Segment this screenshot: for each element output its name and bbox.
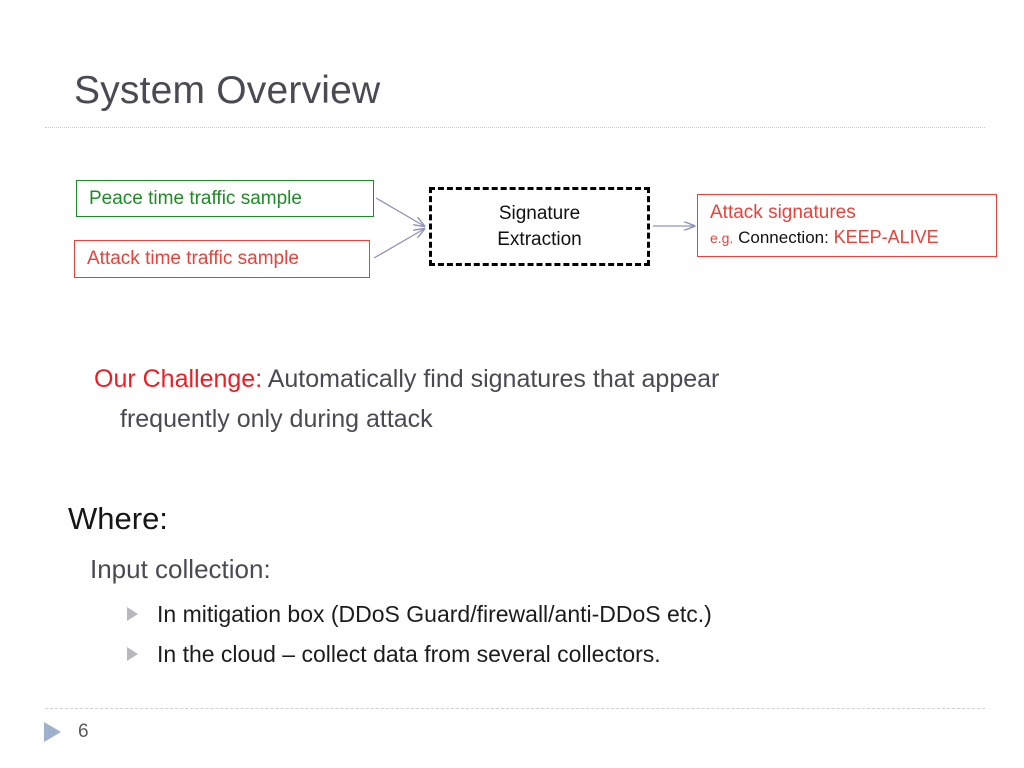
arrow-peace-to-extraction — [375, 197, 424, 226]
attack-time-traffic-box: Attack time traffic sample — [74, 240, 370, 278]
signature-extraction-label: Signature Extraction — [497, 201, 581, 253]
challenge-label: Our Challenge: — [94, 365, 263, 393]
list-item-label: In mitigation box (DDoS Guard/firewall/a… — [157, 601, 712, 627]
challenge-line1: Automatically find signatures that appea… — [262, 365, 720, 393]
list-item-label: In the cloud – collect data from several… — [157, 641, 661, 667]
triangle-bullet-icon — [127, 607, 138, 621]
attack-signatures-title: Attack signatures — [710, 202, 856, 223]
where-heading: Where: — [68, 501, 168, 536]
attack-time-traffic-label: Attack time traffic sample — [87, 248, 299, 269]
triangle-bullet-icon — [127, 647, 138, 661]
challenge-line2: frequently only during attack — [120, 405, 433, 433]
example-prefix: e.g. — [710, 230, 734, 246]
input-collection-subheading: Input collection: — [90, 554, 271, 584]
list-item: In the cloud – collect data from several… — [127, 634, 907, 674]
page-title: System Overview — [74, 69, 381, 112]
peace-time-traffic-box: Peace time traffic sample — [76, 180, 374, 217]
page-number: 6 — [78, 721, 89, 742]
challenge-paragraph: Our Challenge: Automatically find signat… — [94, 359, 894, 439]
signature-extraction-line1: Signature — [498, 202, 581, 224]
footer-triangle-icon — [44, 722, 61, 742]
signature-extraction-line2: Extraction — [497, 228, 582, 250]
example-header-value: KEEP-ALIVE — [833, 227, 939, 247]
where-bullet-list: In mitigation box (DDoS Guard/firewall/a… — [127, 594, 907, 674]
signature-extraction-box: Signature Extraction — [429, 187, 650, 266]
title-divider — [45, 127, 985, 128]
arrow-attack-to-extraction — [373, 229, 424, 259]
attack-signatures-box: Attack signatures e.g. Connection: KEEP-… — [697, 194, 997, 257]
slide-canvas: System Overview Peace time traffic sampl… — [0, 0, 1024, 768]
list-item: In mitigation box (DDoS Guard/firewall/a… — [127, 594, 907, 634]
example-header-key: Connection: — [738, 228, 829, 247]
attack-signatures-example: e.g. Connection: KEEP-ALIVE — [710, 225, 939, 250]
footer-divider — [45, 708, 985, 709]
peace-time-traffic-label: Peace time traffic sample — [89, 187, 302, 209]
